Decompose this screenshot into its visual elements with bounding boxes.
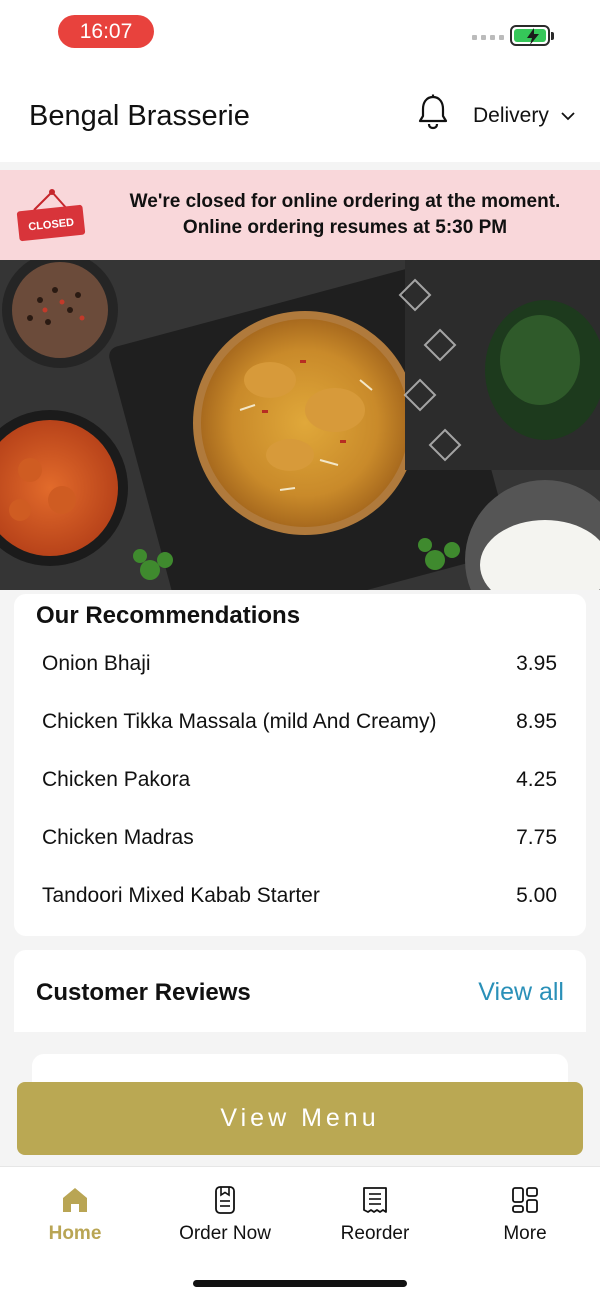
tab-label: More (503, 1223, 547, 1244)
signal-icon (472, 35, 504, 40)
customer-reviews-card: Customer Reviews View all (14, 950, 586, 1032)
recommendations-title: Our Recommendations (36, 602, 301, 629)
chevron-down-icon (561, 111, 575, 120)
recommendation-item[interactable]: Tandoori Mixed Kabab Starter 5.00 (42, 884, 557, 908)
recommendation-item[interactable]: Chicken Madras 7.75 (42, 826, 557, 850)
item-name: Onion Bhaji (42, 652, 151, 675)
closed-message-line2: Online ordering resumes at 5:30 PM (182, 217, 508, 238)
tab-order-now[interactable]: Order Now (150, 1185, 300, 1245)
recommendation-item[interactable]: Chicken Pakora 4.25 (42, 768, 557, 792)
tab-label: Reorder (340, 1223, 410, 1244)
recommendation-item[interactable]: Chicken Tikka Massala (mild And Creamy) … (42, 710, 557, 734)
tab-label: Order Now (179, 1223, 271, 1244)
closed-message-line1: We're closed for online ordering at the … (129, 191, 561, 212)
item-price: 3.95 (516, 652, 557, 675)
item-price: 4.25 (516, 768, 557, 791)
home-icon (63, 1188, 87, 1212)
reorder-receipt-icon (363, 1187, 387, 1213)
app-header: Bengal Brasserie Delivery (0, 64, 600, 162)
item-name: Chicken Pakora (42, 768, 191, 791)
item-name: Chicken Tikka Massala (mild And Creamy) (42, 710, 437, 733)
status-bar: 16:07 (0, 0, 600, 64)
recommendation-item[interactable]: Onion Bhaji 3.95 (42, 652, 557, 676)
battery-tip (551, 32, 554, 40)
item-price: 5.00 (516, 884, 557, 907)
closed-sign-icon: CLOSED (16, 189, 86, 242)
reviews-title: Customer Reviews (36, 979, 251, 1006)
home-indicator (193, 1280, 407, 1287)
tab-more[interactable]: More (450, 1185, 600, 1245)
recommendations-card: Our Recommendations Onion Bhaji 3.95 Chi… (14, 594, 586, 936)
battery-icon (510, 25, 550, 46)
hero-food-image (0, 260, 600, 590)
bell-icon[interactable] (417, 94, 449, 135)
tab-home[interactable]: Home (0, 1185, 150, 1245)
closed-message: We're closed for online ordering at the … (105, 189, 585, 241)
closed-banner: CLOSED We're closed for online ordering … (0, 170, 600, 260)
item-price: 7.75 (516, 826, 557, 849)
item-name: Chicken Madras (42, 826, 194, 849)
order-now-icon (215, 1186, 235, 1214)
item-price: 8.95 (516, 710, 557, 733)
tab-reorder[interactable]: Reorder (300, 1185, 450, 1245)
tab-label: Home (48, 1223, 102, 1244)
bottom-tab-bar: Home Order Now Reorder More (0, 1166, 600, 1298)
view-all-reviews-link[interactable]: View all (478, 978, 564, 1007)
restaurant-name: Bengal Brasserie (29, 100, 250, 132)
view-menu-button[interactable]: View Menu (17, 1082, 583, 1155)
delivery-mode-selector[interactable]: Delivery (473, 104, 575, 128)
status-time: 16:07 (58, 15, 154, 48)
item-name: Tandoori Mixed Kabab Starter (42, 884, 320, 907)
more-grid-icon (512, 1187, 538, 1213)
delivery-label: Delivery (473, 104, 549, 127)
